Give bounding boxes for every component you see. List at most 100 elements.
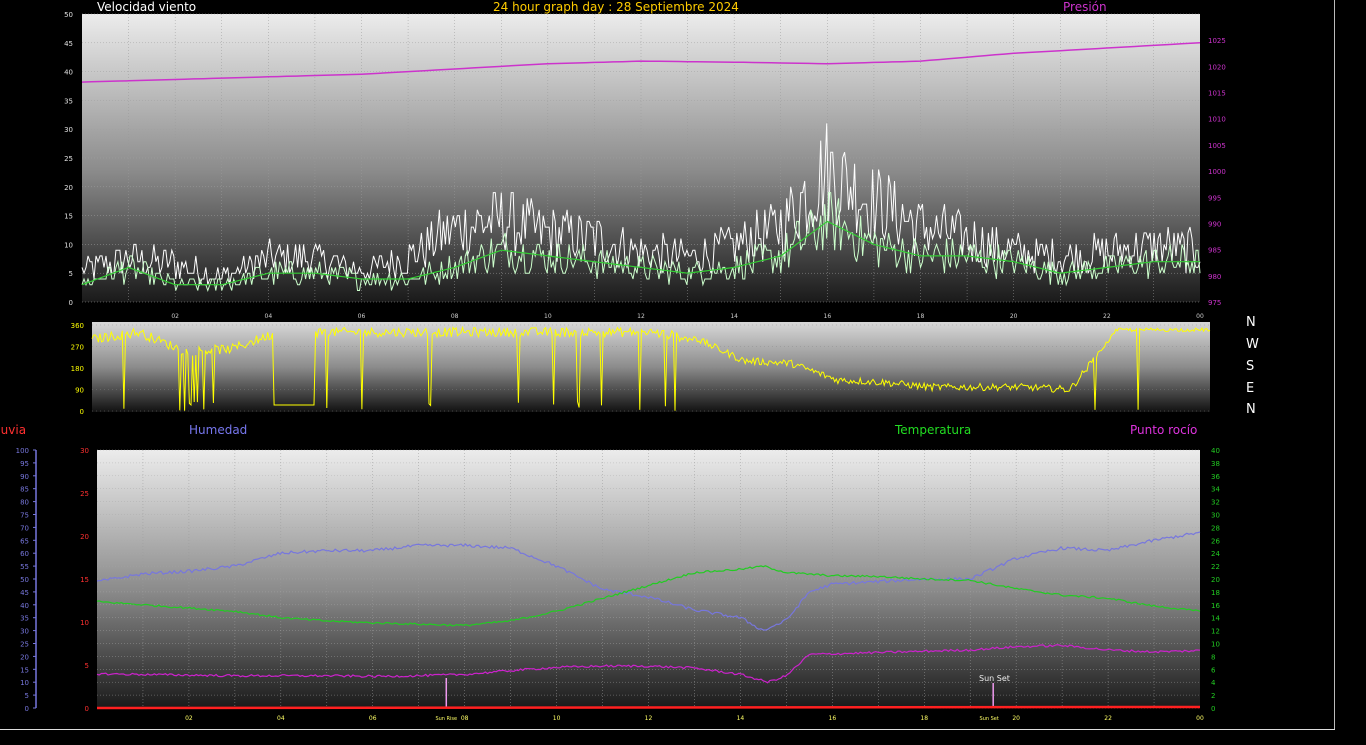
temperature-y-tick: 34	[1211, 486, 1220, 494]
climate-x-tick: 00	[1196, 715, 1204, 722]
direction-y-tick: 180	[71, 365, 84, 373]
temperature-y-tick: 14	[1211, 615, 1220, 623]
temperature-y-tick: 38	[1211, 460, 1220, 468]
humidity-y-tick: 100	[16, 447, 29, 455]
temperature-y-tick: 26	[1211, 537, 1220, 545]
direction-y-tick: 90	[75, 387, 84, 395]
rain-line	[96, 705, 1201, 710]
temperature-y-tick: 40	[1211, 447, 1220, 455]
temperature-y-tick: 16	[1211, 602, 1220, 610]
temperature-y-tick: 10	[1211, 641, 1220, 649]
direction-y-tick: 360	[71, 322, 84, 330]
wind-x-tick: 10	[544, 313, 552, 320]
temperature-y-tick: 6	[1211, 666, 1216, 674]
humidity-y-tick: 5	[25, 692, 29, 700]
humidity-y-tick: 75	[20, 512, 29, 520]
wind-x-tick: 06	[358, 313, 366, 320]
wind-x-tick: 02	[171, 313, 179, 320]
climate-x-tick: 08	[461, 715, 469, 722]
temperature-y-tick: 20	[1211, 576, 1220, 584]
direction-plot-area	[92, 322, 1210, 412]
wind-x-tick: 12	[637, 313, 645, 320]
wind-y-tick: 20	[64, 184, 73, 192]
pressure-y-tick: 1015	[1208, 90, 1226, 98]
rain-y-tick: 10	[80, 619, 89, 627]
wind-y-tick: 15	[64, 213, 73, 221]
rain-y-tick: 0	[85, 705, 89, 713]
temperature-y-tick: 24	[1211, 550, 1220, 558]
pressure-y-tick: 995	[1208, 194, 1221, 202]
rain-y-tick: 5	[85, 662, 89, 670]
rain-y-tick: 20	[80, 533, 89, 541]
humidity-y-tick: 20	[20, 653, 29, 661]
temperature-y-tick: 28	[1211, 524, 1220, 532]
humidity-y-tick: 65	[20, 537, 29, 545]
wind-y-tick: 25	[64, 155, 73, 163]
humidity-y-tick: 50	[20, 576, 29, 584]
climate-x-tick: 20	[1012, 715, 1020, 722]
pressure-y-tick: 1000	[1208, 168, 1226, 176]
pressure-y-tick: 985	[1208, 247, 1221, 255]
climate-x-tick: 18	[920, 715, 928, 722]
sunrise-label: Sun Rise	[435, 716, 457, 722]
climate-x-tick: 06	[369, 715, 377, 722]
humidity-y-tick: 10	[20, 679, 29, 687]
wind-y-tick: 50	[64, 11, 73, 19]
wind-x-tick: 14	[730, 313, 738, 320]
pressure-y-tick: 975	[1208, 299, 1221, 307]
humidity-y-tick: 45	[20, 589, 29, 597]
temperature-y-tick: 32	[1211, 499, 1220, 507]
temperature-y-tick: 36	[1211, 473, 1220, 481]
humidity-y-tick: 70	[20, 524, 29, 532]
rain-y-tick: 15	[80, 576, 89, 584]
temperature-y-tick: 2	[1211, 692, 1215, 700]
wind-y-tick: 10	[64, 241, 73, 249]
temperature-y-tick: 4	[1211, 679, 1216, 687]
climate-x-tick: 04	[277, 715, 285, 722]
temperature-y-tick: 0	[1211, 705, 1215, 713]
humidity-y-tick: 40	[20, 602, 29, 610]
humidity-y-tick: 95	[20, 460, 29, 468]
humidity-y-tick: 85	[20, 486, 29, 494]
direction-y-tick: 0	[80, 408, 84, 416]
wind-y-tick: 5	[69, 270, 73, 278]
pressure-y-tick: 980	[1208, 273, 1221, 281]
pressure-y-tick: 990	[1208, 220, 1221, 228]
chart-canvas: 0510152025303540455097598098599099510001…	[16, 11, 1226, 722]
climate-x-tick: 22	[1104, 715, 1112, 722]
climate-x-tick: 10	[553, 715, 561, 722]
sunset-tag: Sun Set	[979, 674, 1010, 683]
humidity-y-tick: 0	[25, 705, 29, 713]
humidity-y-tick: 30	[20, 628, 29, 636]
wind-y-tick: 45	[64, 40, 73, 48]
wind-x-tick: 08	[451, 313, 459, 320]
wind-x-tick: 20	[1010, 313, 1018, 320]
rain-y-tick: 25	[80, 490, 89, 498]
pressure-y-tick: 1010	[1208, 116, 1226, 124]
humidity-y-tick: 80	[20, 499, 29, 507]
weather-graph: Velocidad viento 24 hour graph day : 28 …	[0, 0, 1366, 745]
wind-x-tick: 16	[824, 313, 832, 320]
temperature-y-tick: 12	[1211, 628, 1220, 636]
wind-x-tick: 04	[265, 313, 273, 320]
humidity-y-tick: 90	[20, 473, 29, 481]
pressure-y-tick: 1005	[1208, 142, 1226, 150]
wind-y-tick: 0	[69, 299, 73, 307]
temperature-y-tick: 8	[1211, 653, 1215, 661]
climate-x-tick: 12	[645, 715, 653, 722]
climate-x-tick: 02	[185, 715, 193, 722]
sunset-label: Sun Set	[980, 716, 999, 722]
humidity-y-tick: 25	[20, 641, 29, 649]
wind-y-tick: 30	[64, 126, 73, 134]
rain-y-tick: 30	[80, 447, 89, 455]
wind-x-tick: 18	[917, 313, 925, 320]
temperature-y-tick: 22	[1211, 563, 1220, 571]
temperature-y-tick: 30	[1211, 512, 1220, 520]
pressure-y-tick: 1025	[1208, 37, 1226, 45]
wind-x-tick: 00	[1196, 313, 1204, 320]
pressure-y-tick: 1020	[1208, 63, 1226, 71]
humidity-y-tick: 60	[20, 550, 29, 558]
wind-x-tick: 22	[1103, 313, 1111, 320]
wind-y-tick: 40	[64, 69, 73, 77]
direction-y-tick: 270	[71, 344, 84, 352]
